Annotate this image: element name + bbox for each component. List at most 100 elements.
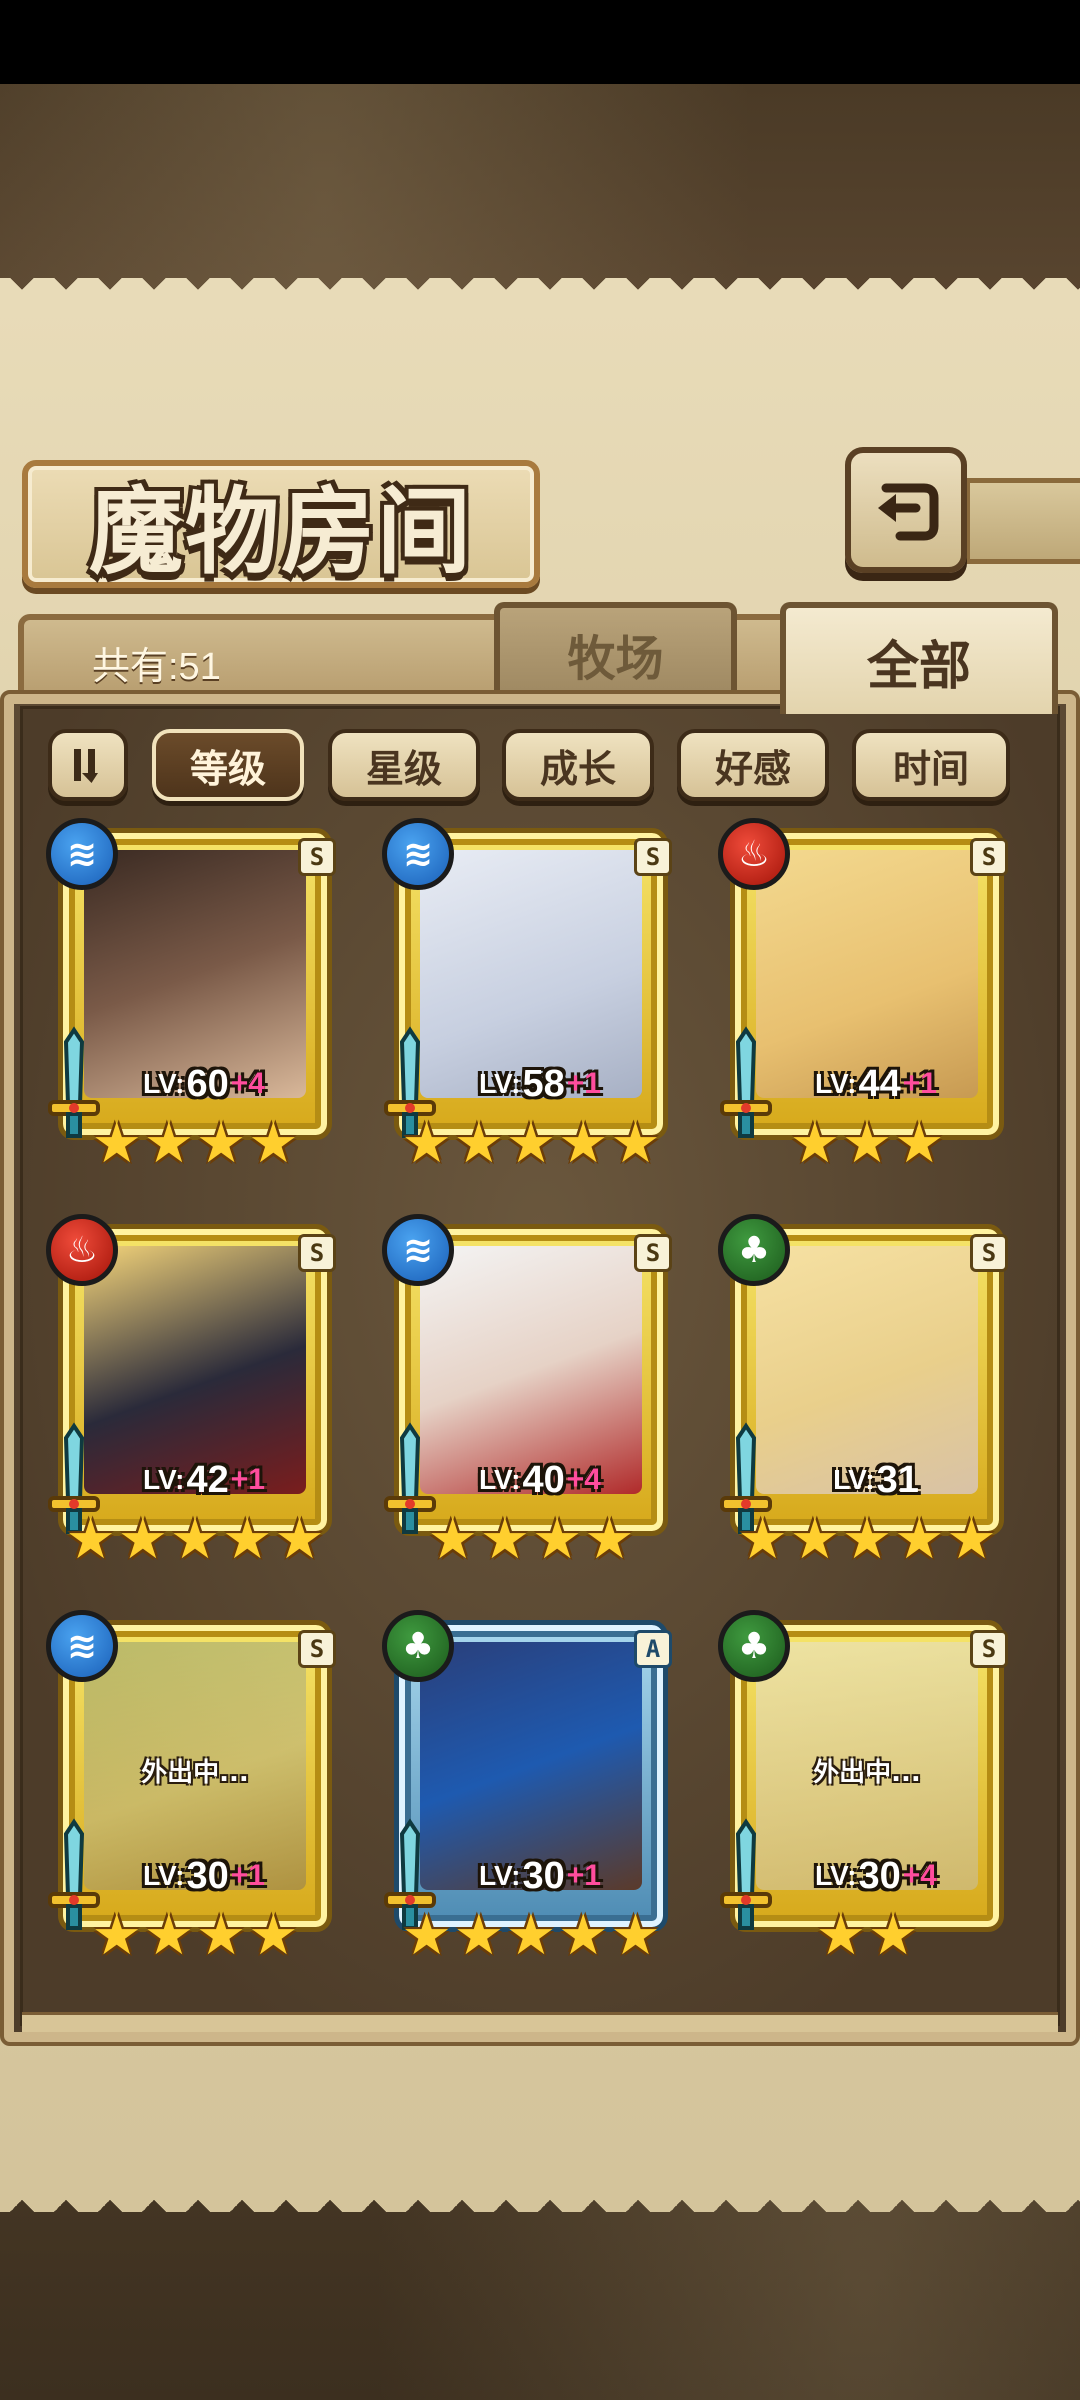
rank-badge: S <box>970 838 1008 876</box>
star-icon: ★ <box>946 1507 997 1572</box>
monster-card[interactable]: S ♨ LV: 44 +1 ★ ★ ★ <box>716 818 1016 1178</box>
monster-card[interactable]: A ♣ LV: 30 +1 ★ ★ ★ ★ ★ <box>380 1610 680 1970</box>
level-label: LV: 58 +1 <box>440 1062 640 1106</box>
monster-portrait <box>420 850 642 1098</box>
star-rating: ★ ★ ★ ★ ★ <box>402 1111 661 1176</box>
level-label: LV: 31 <box>776 1458 976 1502</box>
monster-card[interactable]: S ♨ LV: 42 +1 ★ ★ ★ ★ ★ <box>44 1214 344 1574</box>
level-label: LV: 30 +1 <box>440 1854 640 1898</box>
level-value: 30 <box>858 1854 901 1897</box>
wood-element-icon: ♣ <box>382 1610 454 1682</box>
level-prefix: LV: <box>479 1068 521 1099</box>
water-element-icon: ≋ <box>382 1214 454 1286</box>
level-plus: +4 <box>566 1463 601 1496</box>
monster-card[interactable]: S ♣ LV: 30 +4 ★ ★ 外出中... <box>716 1610 1016 1970</box>
level-value: 44 <box>858 1062 901 1105</box>
star-icon: ★ <box>401 1903 452 1968</box>
star-icon: ★ <box>453 1903 504 1968</box>
star-rating: ★ ★ ★ ★ <box>420 1510 642 1570</box>
star-icon: ★ <box>274 1507 325 1572</box>
sort-order-icon <box>74 749 98 783</box>
monster-portrait <box>84 850 306 1098</box>
star-icon: ★ <box>532 1507 583 1572</box>
level-plus: +4 <box>230 1067 265 1100</box>
level-plus: +1 <box>230 1463 265 1496</box>
level-value: 30 <box>522 1854 565 1897</box>
monster-card[interactable]: S ≋ LV: 58 +1 ★ ★ ★ ★ ★ <box>380 818 680 1178</box>
star-icon: ★ <box>196 1111 247 1176</box>
level-prefix: LV: <box>479 1464 521 1495</box>
level-value: 42 <box>186 1458 229 1501</box>
level-label: LV: 30 +4 <box>776 1854 976 1898</box>
star-icon: ★ <box>584 1507 635 1572</box>
star-icon: ★ <box>91 1903 142 1968</box>
star-icon: ★ <box>894 1111 945 1176</box>
level-plus: +4 <box>902 1859 937 1892</box>
star-rating: ★ ★ ★ ★ <box>84 1906 306 1966</box>
star-rating: ★ ★ ★ ★ <box>84 1114 306 1174</box>
star-icon: ★ <box>558 1111 609 1176</box>
star-icon: ★ <box>737 1507 788 1572</box>
rank-badge: S <box>970 1630 1008 1668</box>
rank-badge: S <box>298 1630 336 1668</box>
level-plus: +1 <box>902 1067 937 1100</box>
star-icon: ★ <box>841 1111 893 1176</box>
tab-ranch[interactable]: 牧场 <box>494 602 737 700</box>
level-value: 40 <box>522 1458 565 1501</box>
rank-badge: S <box>970 1234 1008 1272</box>
monster-portrait <box>420 1642 642 1890</box>
star-rating: ★ ★ ★ <box>756 1114 978 1174</box>
star-icon: ★ <box>610 1111 661 1176</box>
away-status: 外出中... <box>813 1758 921 1788</box>
star-icon: ★ <box>143 1111 194 1176</box>
star-icon: ★ <box>505 1111 557 1176</box>
star-icon: ★ <box>479 1507 530 1572</box>
level-prefix: LV: <box>143 1860 185 1891</box>
sort-by-stars-button[interactable]: 星级 <box>328 729 480 801</box>
away-status: 外出中... <box>141 1758 249 1788</box>
level-label: LV: 30 +1 <box>104 1854 304 1898</box>
sort-by-level-button[interactable]: 等级 <box>152 729 304 801</box>
star-icon: ★ <box>841 1507 893 1572</box>
star-rating: ★ ★ ★ ★ ★ <box>738 1507 997 1572</box>
level-prefix: LV: <box>815 1068 857 1099</box>
star-icon: ★ <box>222 1507 273 1572</box>
level-value: 58 <box>522 1062 565 1105</box>
level-prefix: LV: <box>479 1860 521 1891</box>
star-icon: ★ <box>143 1903 194 1968</box>
status-bar <box>0 0 1080 84</box>
title-plaque: 魔物房间 <box>22 460 540 588</box>
water-element-icon: ≋ <box>46 818 118 890</box>
water-element-icon: ≋ <box>382 818 454 890</box>
fire-element-icon: ♨ <box>46 1214 118 1286</box>
monster-card[interactable]: S ≋ LV: 40 +4 ★ ★ ★ ★ <box>380 1214 680 1574</box>
monster-card[interactable]: S ♣ LV: 31 ★ ★ ★ ★ ★ <box>716 1214 1016 1574</box>
star-rating: ★ ★ ★ ★ ★ <box>66 1507 325 1572</box>
back-button[interactable] <box>845 447 967 573</box>
monster-portrait <box>756 850 978 1098</box>
level-label: LV: 40 +4 <box>440 1458 640 1502</box>
level-plus: +1 <box>566 1067 601 1100</box>
monster-card[interactable]: S ≋ LV: 30 +1 ★ ★ ★ ★ 外出中... <box>44 1610 344 1970</box>
panel-zigzag-bottom <box>0 2188 1080 2212</box>
level-prefix: LV: <box>815 1860 857 1891</box>
sort-by-growth-button[interactable]: 成长 <box>502 729 654 801</box>
star-icon: ★ <box>117 1507 168 1572</box>
star-icon: ★ <box>505 1903 557 1968</box>
panel-zigzag-top <box>0 278 1080 302</box>
tab-all[interactable]: 全部 <box>780 602 1058 714</box>
star-icon: ★ <box>894 1507 945 1572</box>
rank-badge: S <box>298 838 336 876</box>
star-icon: ★ <box>453 1111 504 1176</box>
monster-card[interactable]: S ≋ LV: 60 +4 ★ ★ ★ ★ <box>44 818 344 1178</box>
sort-by-time-button[interactable]: 时间 <box>852 729 1010 801</box>
star-icon: ★ <box>91 1111 142 1176</box>
star-icon: ★ <box>169 1507 221 1572</box>
level-label: LV: 42 +1 <box>104 1458 304 1502</box>
sort-order-toggle[interactable] <box>48 729 128 801</box>
star-icon: ★ <box>868 1903 919 1968</box>
rank-badge: A <box>634 1630 672 1668</box>
sort-by-affection-button[interactable]: 好感 <box>677 729 829 801</box>
star-rating: ★ ★ <box>756 1906 978 1966</box>
back-rail <box>965 478 1080 564</box>
